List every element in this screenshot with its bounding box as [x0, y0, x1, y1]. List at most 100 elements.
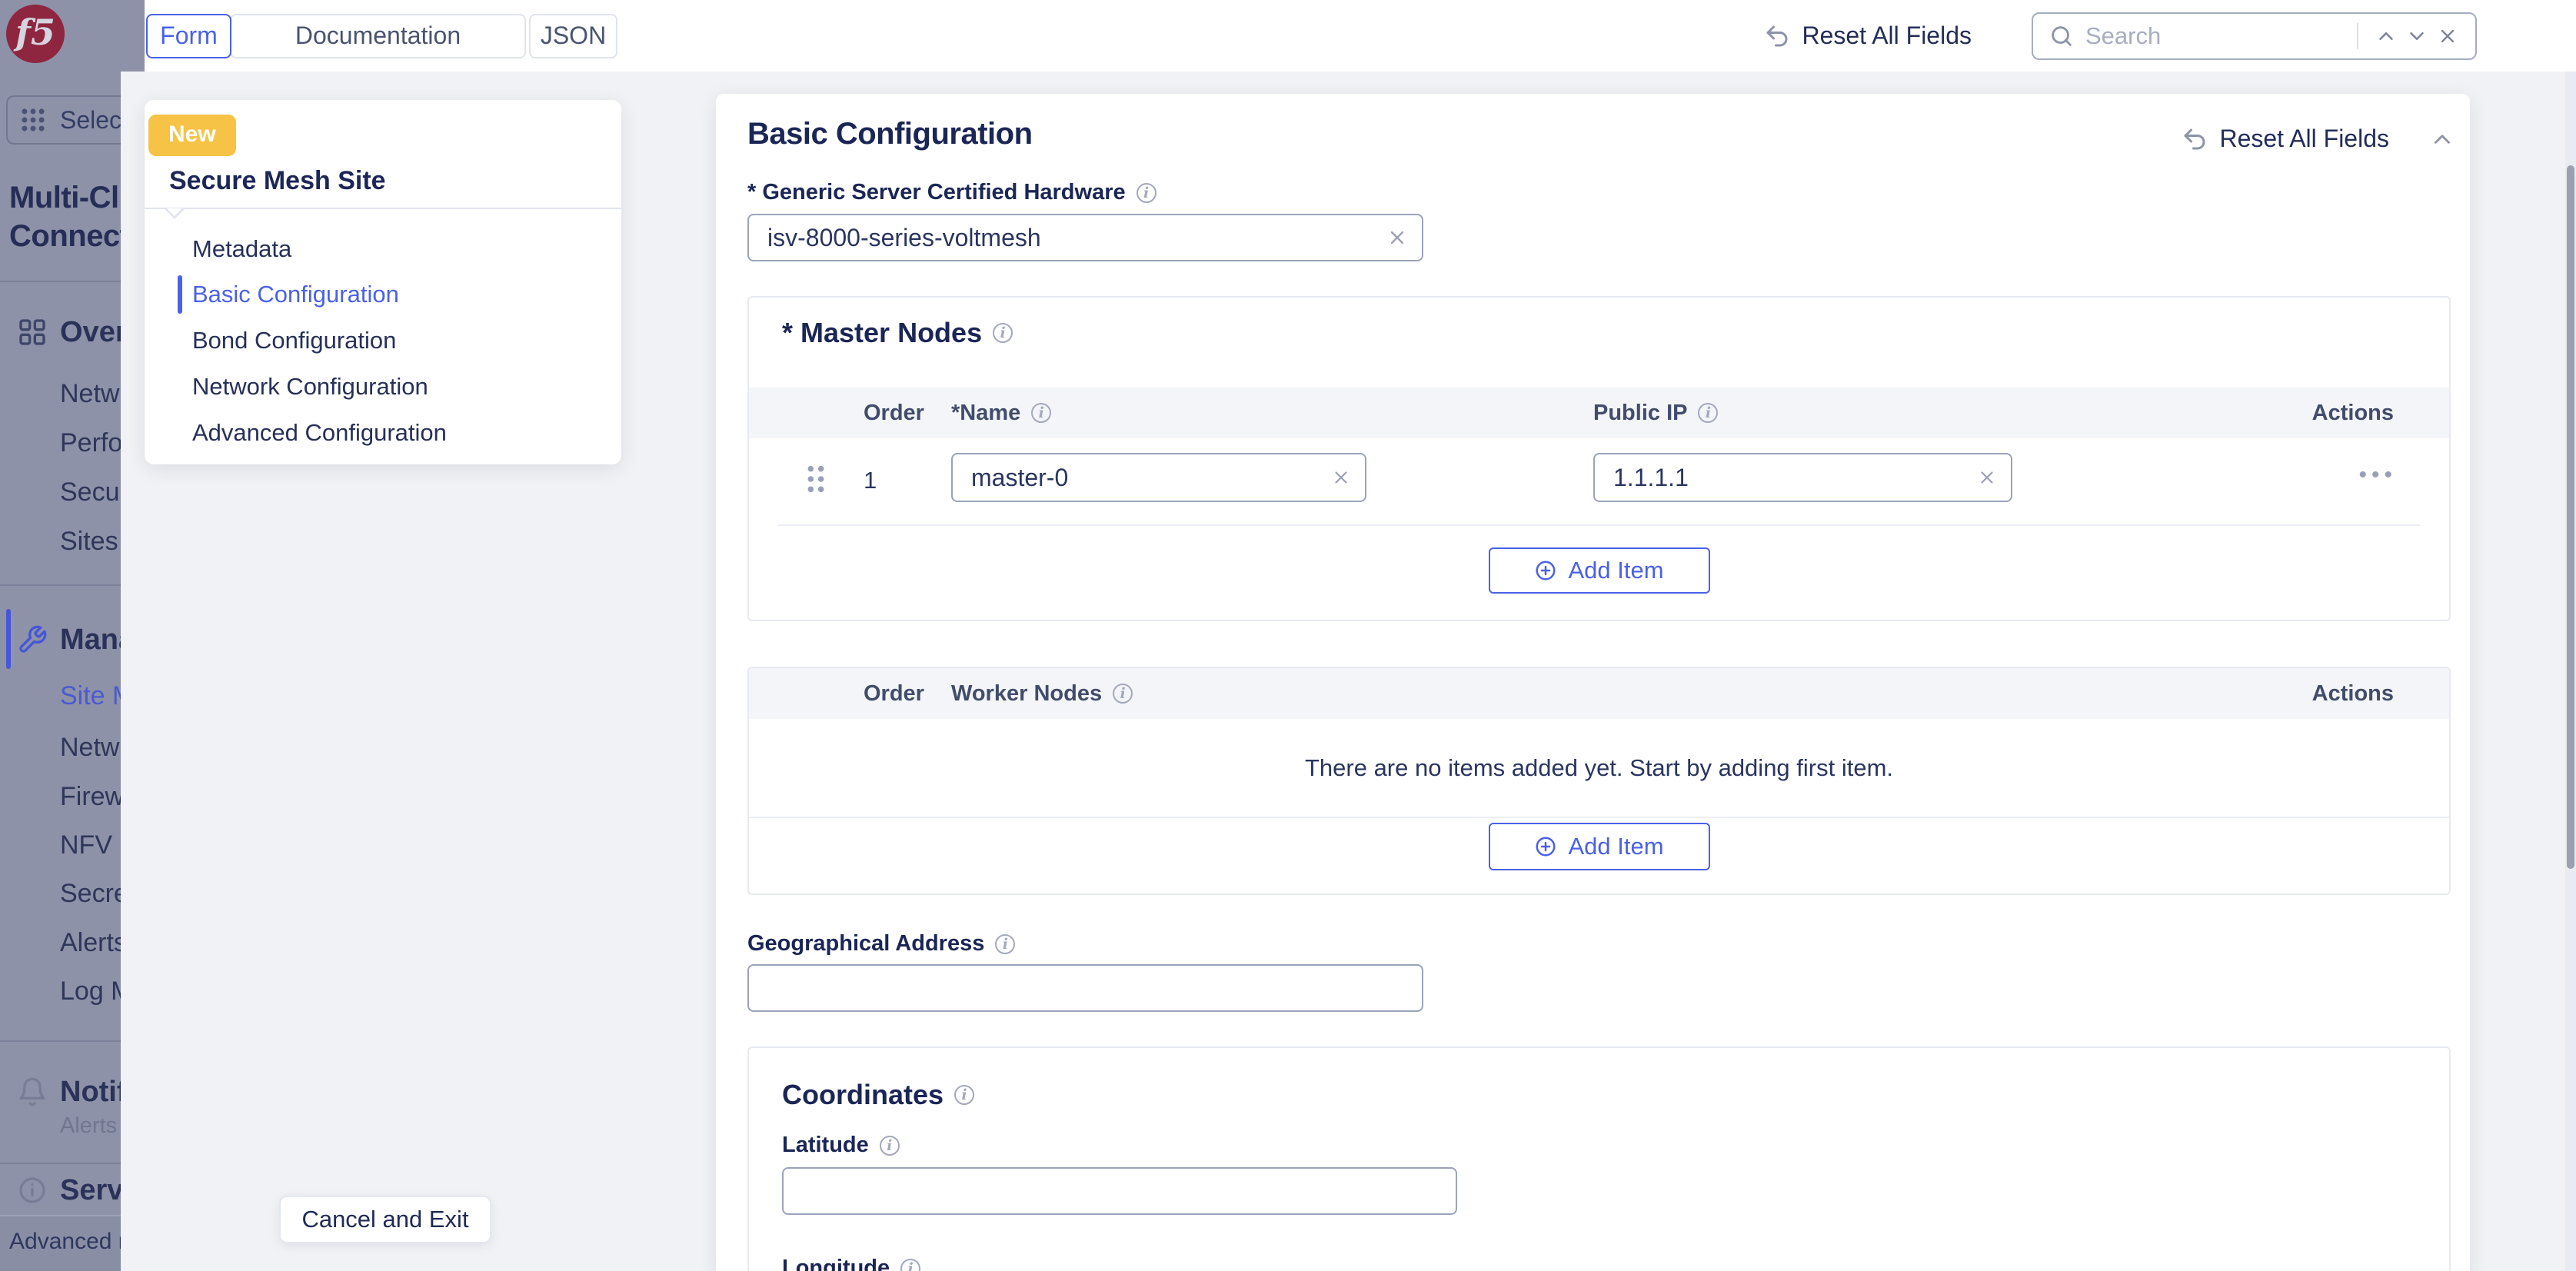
sidebar-item-manage[interactable]: Mana [0, 617, 121, 663]
grid-icon [17, 317, 48, 348]
scrollbar-thumb[interactable] [2567, 165, 2574, 869]
worker-nodes-table-header: Order Worker Nodesi Actions [749, 668, 2449, 719]
column-worker-nodes: Worker Nodesi [951, 668, 1133, 719]
scrollbar-track[interactable] [2565, 72, 2576, 1271]
reset-all-fields-button[interactable]: Reset All Fields [1763, 22, 1972, 50]
info-icon[interactable]: i [1137, 183, 1157, 203]
active-step-indicator [178, 275, 182, 314]
reset-all-fields-button[interactable]: Reset All Fields [2219, 125, 2389, 153]
search-prev-button[interactable] [2371, 21, 2401, 52]
info-icon[interactable]: i [1113, 684, 1133, 704]
notifications-sublabel: Alerts [60, 1113, 117, 1139]
hardware-select[interactable]: isv-8000-series-voltmesh [747, 214, 1423, 261]
empty-state-text: There are no items added yet. Start by a… [749, 719, 2449, 817]
divider [2357, 23, 2358, 49]
info-icon[interactable]: i [1031, 403, 1051, 423]
add-worker-node-button[interactable]: Add Item [1489, 823, 1710, 870]
coordinates-title: Coordinates i [782, 1079, 974, 1111]
wizard-title: Secure Mesh Site [169, 166, 386, 196]
sidebar-item[interactable]: Firew [60, 777, 121, 817]
divider [749, 817, 2449, 818]
sidebar-item[interactable]: Netw [60, 727, 121, 767]
sidebar-item-overview[interactable]: Over [0, 311, 121, 354]
master-nodes-card: * Master Nodes i Order *Namei Public IPi… [747, 296, 2451, 621]
cancel-and-exit-button[interactable]: Cancel and Exit [279, 1196, 491, 1243]
wizard-panel: New Secure Mesh Site Metadata Basic Conf… [145, 100, 621, 464]
sidebar-item[interactable]: Perfo [60, 423, 121, 463]
app-sidebar: f5 Select Multi-Cl Connect Over Netw Per… [0, 0, 121, 1271]
sidebar-item[interactable]: Alerts [60, 923, 121, 963]
column-order: Order [864, 668, 924, 719]
select-service-button[interactable]: Select [6, 95, 121, 145]
drag-handle-icon[interactable] [803, 464, 829, 494]
info-icon[interactable]: i [900, 1259, 920, 1271]
info-icon[interactable]: i [954, 1085, 974, 1105]
divider [0, 1040, 121, 1042]
worker-nodes-card: Order Worker Nodesi Actions There are no… [747, 667, 2451, 895]
column-actions: Actions [2312, 668, 2394, 719]
geo-address-label: Geographical Address i [747, 931, 1015, 957]
info-icon[interactable]: i [995, 934, 1015, 954]
sidebar-item-site-management[interactable]: Site M [60, 676, 121, 716]
info-icon[interactable]: i [880, 1136, 900, 1156]
chevron-down-icon [2405, 25, 2428, 48]
master-nodes-title: * Master Nodes i [782, 317, 1013, 349]
view-tabs: Form Documentation JSON [146, 14, 617, 58]
divider [0, 584, 121, 586]
hardware-field-label: * Generic Server Certified Hardware i [747, 180, 1157, 205]
clear-icon[interactable] [1386, 227, 1408, 248]
wizard-step-network-configuration[interactable]: Network Configuration [145, 365, 621, 408]
column-public-ip: Public IPi [1593, 388, 1718, 438]
grid-dots-icon [18, 105, 48, 135]
new-badge: New [148, 115, 236, 156]
info-icon[interactable]: i [993, 323, 1013, 343]
master-nodes-table-header: Order *Namei Public IPi Actions [749, 388, 2449, 438]
sidebar-item[interactable]: Log M [60, 971, 121, 1011]
coordinates-card: Coordinates i Latitude i Longitude i [747, 1046, 2451, 1271]
geo-address-input[interactable] [747, 964, 1423, 1012]
sidebar-item-service[interactable]: Serv [0, 1170, 121, 1210]
name-input[interactable]: master-0 [951, 453, 1366, 502]
search-box [2032, 12, 2477, 60]
search-input[interactable] [2085, 22, 2345, 50]
undo-icon [1763, 22, 1791, 50]
chevron-up-icon [2375, 25, 2398, 48]
row-actions-menu[interactable] [2358, 462, 2397, 488]
row-order: 1 [864, 467, 877, 494]
f5-logo: f5 [6, 5, 65, 63]
clear-icon[interactable] [1977, 467, 1997, 487]
sidebar-bottom-bar: Advanced na [0, 1215, 121, 1271]
sidebar-item[interactable]: Netw [60, 374, 121, 414]
sidebar-item[interactable]: NFV S [60, 825, 121, 865]
sidebar-item-notifications[interactable]: Notif [0, 1070, 121, 1113]
sidebar-item[interactable]: Secre [60, 873, 121, 913]
tab-documentation[interactable]: Documentation [230, 14, 526, 58]
search-next-button[interactable] [2401, 21, 2432, 52]
sidebar-item[interactable]: Sites [60, 521, 121, 561]
public-ip-input[interactable]: 1.1.1.1 [1593, 453, 2012, 502]
wizard-step-metadata[interactable]: Metadata [145, 228, 621, 271]
divider [778, 524, 2420, 526]
divider [145, 208, 621, 209]
sidebar-item[interactable]: Secur [60, 472, 121, 512]
clear-icon[interactable] [1331, 467, 1351, 487]
tab-form[interactable]: Form [146, 14, 231, 58]
wizard-step-bond-configuration[interactable]: Bond Configuration [145, 319, 621, 362]
close-icon [2437, 25, 2458, 47]
advanced-nav-label[interactable]: Advanced na [9, 1229, 121, 1255]
latitude-label: Latitude i [782, 1133, 900, 1158]
basic-configuration-panel: Basic Configuration Reset All Fields * G… [716, 94, 2470, 1271]
column-order: Order [864, 388, 924, 438]
bell-icon [17, 1076, 48, 1107]
divider [0, 1163, 121, 1164]
info-icon[interactable]: i [1698, 403, 1718, 423]
search-icon [2048, 23, 2075, 49]
latitude-input[interactable] [782, 1167, 1457, 1215]
wizard-step-advanced-configuration[interactable]: Advanced Configuration [145, 411, 621, 454]
add-master-node-button[interactable]: Add Item [1489, 547, 1710, 594]
chevron-up-icon[interactable] [2429, 126, 2455, 152]
search-clear-button[interactable] [2432, 21, 2463, 52]
tab-json[interactable]: JSON [529, 14, 617, 58]
wrench-icon [17, 624, 48, 655]
wizard-step-basic-configuration[interactable]: Basic Configuration [145, 273, 621, 316]
